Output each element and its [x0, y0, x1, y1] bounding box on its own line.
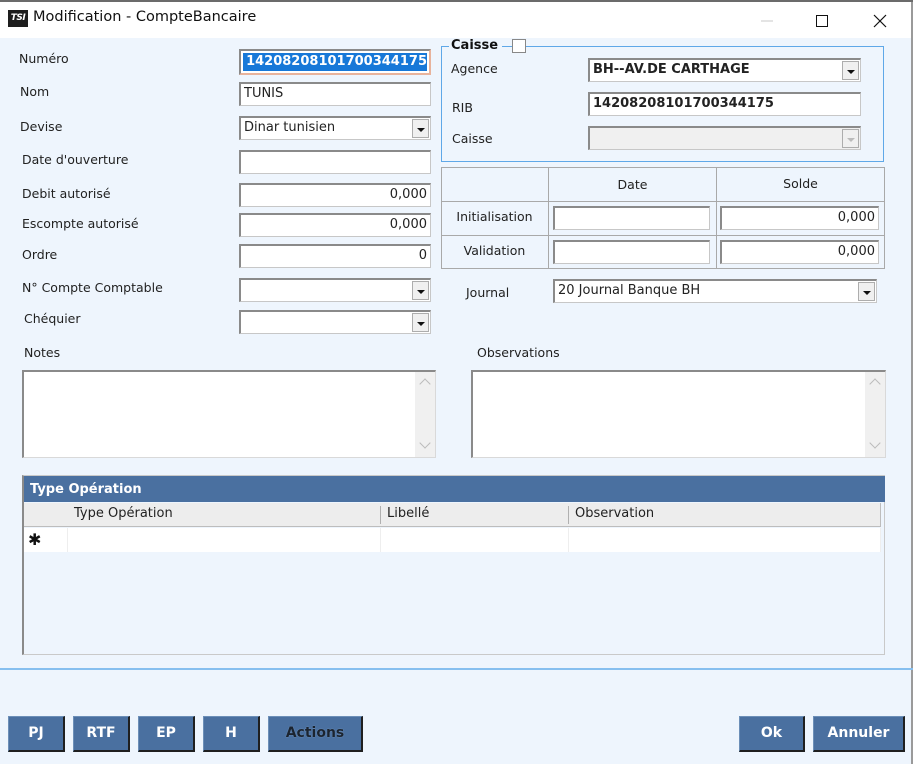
column-header-type-operation[interactable]: Type Opération	[68, 503, 381, 527]
column-header-libelle[interactable]: Libellé	[381, 503, 569, 527]
row-header-corner	[24, 503, 68, 527]
debit-autorise-label: Debit autorisé	[22, 186, 111, 201]
notes-label: Notes	[24, 345, 61, 360]
initialisation-label: Initialisation	[456, 209, 533, 224]
new-row-libelle-cell[interactable]	[381, 528, 569, 552]
new-row-asterisk-icon: ✱	[28, 530, 42, 549]
ordre-label: Ordre	[22, 247, 58, 262]
initialisation-date-input[interactable]	[553, 206, 710, 230]
chevron-down-icon[interactable]	[842, 61, 859, 80]
footer-separator	[0, 668, 913, 670]
journal-value: 20 Journal Banque BH	[558, 283, 701, 298]
scroll-down-icon[interactable]	[419, 437, 431, 449]
validation-label: Validation	[463, 243, 526, 258]
validation-solde-input[interactable]: 0,000	[720, 240, 879, 264]
scroll-down-icon[interactable]	[869, 437, 881, 449]
chevron-down-icon[interactable]	[412, 119, 429, 138]
journal-select[interactable]: 20 Journal Banque BH	[553, 279, 877, 303]
column-header-observation[interactable]: Observation	[569, 503, 881, 527]
rtf-button[interactable]: RTF	[73, 716, 130, 752]
rib-label: RIB	[452, 100, 473, 115]
chequier-select[interactable]	[239, 310, 431, 334]
chevron-down-icon[interactable]	[412, 281, 429, 300]
actions-button[interactable]: Actions	[268, 716, 363, 752]
nom-label: Nom	[20, 84, 50, 99]
caisse-checkbox[interactable]	[512, 39, 526, 53]
maximize-icon	[816, 15, 828, 27]
observations-scrollbar[interactable]	[865, 372, 885, 457]
minimize-button[interactable]	[744, 2, 790, 38]
new-row-observation-cell[interactable]	[569, 528, 881, 552]
caisse-select	[588, 126, 861, 150]
escompte-autorise-label: Escompte autorisé	[22, 216, 139, 231]
caisse-label: Caisse	[452, 131, 493, 146]
devise-label: Devise	[20, 119, 63, 134]
compte-comptable-select[interactable]	[239, 278, 431, 302]
chevron-down-icon	[842, 129, 859, 148]
devise-value: Dinar tunisien	[244, 120, 336, 135]
agence-select[interactable]: BH--AV.DE CARTHAGE	[588, 58, 861, 82]
scroll-up-icon[interactable]	[869, 378, 881, 390]
compte-comptable-label: N° Compte Comptable	[22, 280, 163, 295]
type-operation-title: Type Opération	[24, 476, 885, 502]
numero-input[interactable]: 14208208101700344175	[239, 49, 431, 75]
numero-label: Numéro	[19, 51, 69, 66]
notes-scrollbar[interactable]	[415, 372, 435, 457]
maximize-button[interactable]	[799, 2, 845, 38]
soldes-header-date: Date	[617, 177, 648, 192]
close-button[interactable]	[857, 2, 903, 38]
pj-button[interactable]: PJ	[8, 716, 65, 752]
journal-label: Journal	[466, 285, 510, 300]
chevron-down-icon[interactable]	[412, 313, 429, 332]
agence-label: Agence	[451, 61, 498, 76]
escompte-autorise-input[interactable]: 0,000	[239, 213, 431, 237]
chevron-down-icon[interactable]	[858, 282, 875, 301]
chequier-label: Chéquier	[24, 311, 81, 326]
validation-date-input[interactable]	[553, 240, 710, 264]
ep-button[interactable]: EP	[138, 716, 195, 752]
grid-divider	[441, 235, 885, 236]
annuler-button[interactable]: Annuler	[813, 716, 905, 752]
grid-divider	[441, 201, 885, 202]
ok-button[interactable]: Ok	[739, 716, 805, 752]
numero-selected-text: 14208208101700344175	[243, 53, 427, 71]
caisse-legend: Caisse	[449, 38, 503, 53]
soldes-header-solde: Solde	[783, 176, 818, 191]
ordre-input[interactable]: 0	[239, 244, 431, 268]
window-title: Modification - CompteBancaire	[33, 9, 257, 25]
new-row-type-operation-cell[interactable]	[68, 528, 381, 552]
nom-input[interactable]: TUNIS	[239, 82, 431, 106]
rib-input[interactable]: 14208208101700344175	[588, 92, 861, 116]
observations-textarea[interactable]	[471, 370, 886, 458]
minimize-icon	[761, 20, 773, 22]
agence-value: BH--AV.DE CARTHAGE	[593, 62, 750, 77]
devise-select[interactable]: Dinar tunisien	[239, 116, 431, 140]
debit-autorise-input[interactable]: 0,000	[239, 183, 431, 207]
h-button[interactable]: H	[203, 716, 260, 752]
date-ouverture-input[interactable]	[239, 150, 431, 174]
initialisation-solde-input[interactable]: 0,000	[720, 206, 879, 230]
scroll-up-icon[interactable]	[419, 378, 431, 390]
observations-label: Observations	[477, 345, 560, 360]
type-operation-panel: Type Opération Type Opération Libellé Ob…	[22, 475, 885, 655]
notes-textarea[interactable]	[22, 370, 436, 458]
app-logo-icon: TSI	[8, 10, 28, 27]
close-icon	[873, 14, 887, 28]
date-ouverture-label: Date d'ouverture	[22, 152, 129, 167]
